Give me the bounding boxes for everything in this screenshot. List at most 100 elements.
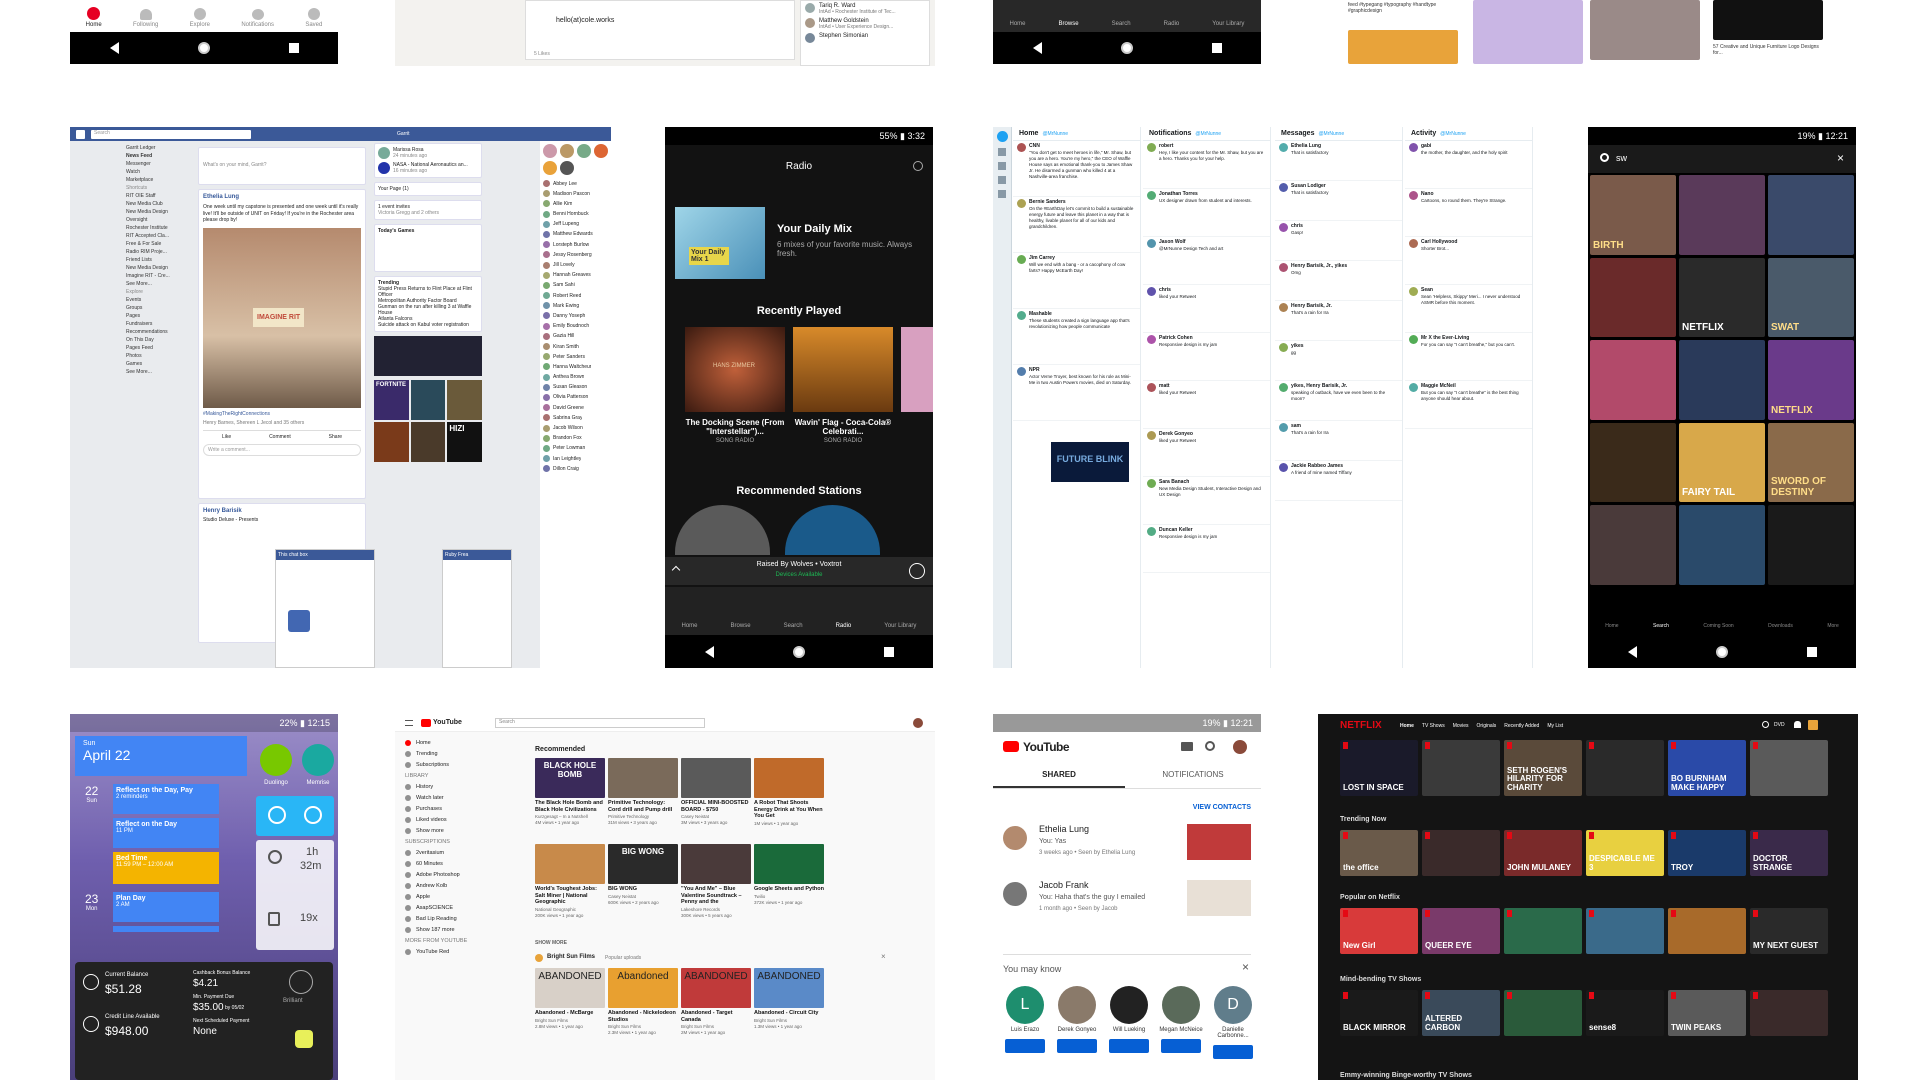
- video-card[interactable]: ABANDONED Abandoned - McBarge Bright Sun F…: [535, 968, 605, 1029]
- tweet[interactable]: Mashable These students created a sign la…: [1013, 309, 1140, 365]
- sidebar-item[interactable]: Show more: [405, 828, 485, 834]
- tab-home[interactable]: Home: [682, 623, 698, 629]
- contact-item[interactable]: Danny Yoseph: [543, 312, 608, 320]
- recent-apps-icon[interactable]: [883, 646, 894, 657]
- title-poster[interactable]: FAIRY TAIL: [1679, 422, 1765, 503]
- tab-search[interactable]: Search: [1653, 623, 1669, 629]
- pinterest-tab-notifications[interactable]: Notifications: [241, 9, 274, 28]
- close-icon[interactable]: ×: [881, 952, 886, 961]
- column-header[interactable]: Notifications @MrNunne: [1143, 127, 1270, 141]
- nav-recently-added[interactable]: Recently Added: [1504, 723, 1539, 729]
- contact-item[interactable]: Peter Lowman: [543, 444, 608, 452]
- contact-item[interactable]: David Greene: [543, 404, 608, 412]
- recent-item[interactable]: HANS ZIMMER The Docking Scene (From "Int…: [685, 327, 785, 444]
- app-icon-duolingo[interactable]: [260, 744, 292, 776]
- contact-item[interactable]: Anthea Brown: [543, 373, 608, 381]
- title-poster[interactable]: [1679, 175, 1765, 255]
- title-card[interactable]: TROY: [1668, 830, 1746, 876]
- sidebar-item[interactable]: Purchases: [405, 806, 485, 812]
- like-button[interactable]: Like: [222, 434, 231, 440]
- tweet[interactable]: Henry Barisik, Jr., yikes Omg: [1275, 261, 1402, 301]
- game-tile[interactable]: FORTNITE: [374, 380, 409, 420]
- contact-item[interactable]: Ian Leightley: [543, 455, 608, 463]
- channel-avatar[interactable]: [535, 954, 543, 962]
- tweet[interactable]: Ethelia Lung That is satisfactory: [1275, 141, 1402, 181]
- title-card[interactable]: sense8: [1586, 990, 1664, 1036]
- avatar[interactable]: [543, 161, 557, 175]
- recent-item[interactable]: [901, 327, 933, 412]
- game-tile[interactable]: [374, 422, 409, 462]
- title-card[interactable]: LOST IN SPACE: [1340, 740, 1418, 796]
- tweet[interactable]: Mr X the Ever-Living For you can say "I c…: [1405, 333, 1532, 381]
- tweet[interactable]: matt liked your Retweet: [1143, 381, 1270, 429]
- badge[interactable]: [295, 1030, 313, 1048]
- facebook-chat-popup[interactable]: Ruby Frea: [442, 549, 512, 668]
- tweet[interactable]: Nano Cartoons, no round them. They're Str…: [1405, 189, 1532, 237]
- title-card[interactable]: BLACK MIRROR: [1340, 990, 1418, 1036]
- nav-tv-shows[interactable]: TV Shows: [1422, 723, 1445, 729]
- contact-item[interactable]: Sam Sahi: [543, 281, 608, 289]
- contact-item[interactable]: Dillon Craig: [543, 465, 608, 473]
- back-icon[interactable]: [1032, 42, 1042, 54]
- broadcast-icon[interactable]: [913, 161, 923, 171]
- home-circle-icon[interactable]: [792, 645, 805, 658]
- avatar[interactable]: [543, 144, 557, 158]
- sidebar-item[interactable]: 2veritasium: [405, 850, 485, 856]
- pinterest-tab-following[interactable]: Following: [133, 9, 158, 28]
- youtube-logo-icon[interactable]: [421, 719, 431, 727]
- title-poster[interactable]: [1679, 340, 1765, 420]
- calendar-event[interactable]: Reflect on the Day 11 PM: [113, 818, 219, 848]
- avatar[interactable]: [577, 144, 591, 158]
- title-poster[interactable]: BIRTH: [1590, 175, 1676, 255]
- back-icon[interactable]: [704, 645, 714, 658]
- calendar-event[interactable]: Bed Time 11:59 PM – 12:00 AM: [113, 852, 219, 884]
- title-card[interactable]: [1586, 740, 1664, 796]
- title-card[interactable]: JOHN MULANEY: [1504, 830, 1582, 876]
- contact-item[interactable]: Jessy Rosenberg: [543, 251, 608, 259]
- nav-my-list[interactable]: My List: [1547, 723, 1563, 729]
- calendar-widget[interactable]: Sun April 22 22 Sun Reflect on the Day, P…: [75, 736, 247, 986]
- add-contact-button[interactable]: [1005, 1039, 1045, 1053]
- avatar[interactable]: [594, 144, 608, 158]
- search-input[interactable]: Search: [91, 129, 251, 139]
- recent-apps-icon[interactable]: [288, 43, 299, 53]
- compose-icon[interactable]: [996, 131, 1008, 142]
- tweet[interactable]: Jason Wolf @MrNunne Design Tech and art: [1143, 237, 1270, 285]
- contact-item[interactable]: Gazia Hill: [543, 332, 608, 340]
- nav-home[interactable]: Home: [1400, 723, 1414, 729]
- title-card[interactable]: [1668, 908, 1746, 954]
- pin-image[interactable]: [1348, 30, 1458, 64]
- tab-downloads[interactable]: Downloads: [1768, 623, 1793, 629]
- post-author[interactable]: Henry Barisik: [203, 508, 361, 514]
- home-circle-icon[interactable]: [1120, 42, 1133, 54]
- search-icon[interactable]: [1205, 741, 1215, 751]
- title-card[interactable]: [1586, 908, 1664, 954]
- tweet[interactable]: Sara Banach New Media Design Student, Int…: [1143, 477, 1270, 525]
- sidebar-item[interactable]: Adobe Photoshop: [405, 872, 485, 878]
- contact-item[interactable]: Susan Gleason: [543, 383, 608, 391]
- sidebar-item[interactable]: Andrew Kolb: [405, 883, 485, 889]
- home-icon[interactable]: [998, 148, 1006, 156]
- suggested-person[interactable]: Megan McNeice: [1157, 986, 1205, 1053]
- tab-search[interactable]: Search: [1112, 21, 1131, 27]
- tweet-image[interactable]: FUTURE BLINK: [1051, 442, 1129, 482]
- recent-apps-icon[interactable]: [1211, 43, 1222, 53]
- tweet[interactable]: Sean Sean 'Helpless, Skippy' Meri... I ne…: [1405, 285, 1532, 333]
- back-icon[interactable]: [1627, 645, 1637, 658]
- video-card[interactable]: Abandoned Abandoned - Nickelodeon Studios…: [608, 968, 678, 1035]
- tab-home[interactable]: Home: [1010, 21, 1026, 27]
- tab-radio[interactable]: Radio: [836, 623, 852, 629]
- video-card[interactable]: ABANDONED Abandoned - Circuit City Bright …: [754, 968, 824, 1029]
- close-icon[interactable]: ×: [1242, 960, 1249, 974]
- view-contacts-link[interactable]: VIEW CONTACTS: [1193, 804, 1251, 811]
- contact-item[interactable]: Jeff Lupeng: [543, 220, 608, 228]
- contact-item[interactable]: Jacob Wilson: [543, 424, 608, 432]
- video-card[interactable]: "You And Me" – Blue Valentine Soundtrack…: [681, 844, 751, 918]
- avatar[interactable]: [560, 161, 574, 175]
- title-card[interactable]: [1750, 990, 1828, 1036]
- contact-item[interactable]: Sabrina Gray: [543, 414, 608, 422]
- recent-item[interactable]: Wavin' Flag - Coca-Cola® Celebrati... SO…: [793, 327, 893, 444]
- avatar[interactable]: [1233, 740, 1247, 754]
- comment-input[interactable]: Write a comment...: [203, 443, 361, 456]
- title-poster[interactable]: SWORD OF DESTINY: [1768, 422, 1854, 503]
